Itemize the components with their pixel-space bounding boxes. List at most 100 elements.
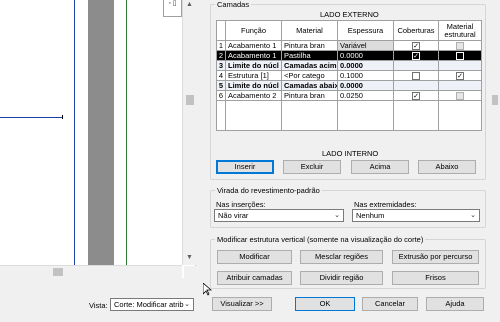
insert-button[interactable]: Inserir (216, 160, 274, 174)
row-number[interactable]: 2 (216, 50, 226, 62)
thickness-cell[interactable]: 0.1000 (337, 70, 394, 82)
wraps-checkbox[interactable]: ✓ (412, 92, 420, 100)
chevron-down-icon: ⌄ (470, 212, 476, 219)
thickness-cell[interactable]: 0.0000 (337, 50, 394, 62)
scroll-thumb[interactable] (53, 268, 63, 276)
wraps-cell[interactable]: ✓ (393, 39, 439, 52)
section-line-horizontal (0, 117, 62, 118)
delete-button[interactable]: Excluir (283, 160, 341, 174)
interior-side-label: LADO INTERNO (322, 149, 379, 158)
wraps-cell[interactable] (393, 70, 439, 82)
sweeps-button[interactable]: Extrusão por percurso (392, 250, 479, 264)
preview-toggle-button[interactable]: Visualizar >> (212, 297, 272, 311)
function-cell[interactable]: Acabamento 1 (225, 50, 282, 62)
scroll-thumb[interactable] (186, 95, 194, 105)
inserts-label: Nas inserções: (216, 200, 266, 209)
chevron-down-icon: ⌄ (184, 301, 190, 308)
table-row[interactable]: 1 Acabamento 1 Pintura bran Variável ✓ (216, 39, 482, 52)
scroll-thumb[interactable] (492, 95, 498, 105)
function-cell: Limite do núcl (225, 60, 282, 72)
material-cell[interactable]: Pastilha (281, 50, 338, 62)
ends-label: Nas extremidades: (354, 200, 417, 209)
structural-cell (438, 39, 482, 52)
row-number[interactable]: 1 (216, 39, 226, 52)
structural-cell[interactable]: ✓ (438, 70, 482, 82)
move-down-button[interactable]: Abaixo (418, 160, 476, 174)
structural-checkbox (456, 92, 464, 100)
table-row[interactable]: 6 Acabamento 2 Pintura bran 0.0250 ✓ (216, 90, 482, 102)
scroll-corner (184, 266, 196, 278)
function-cell[interactable]: Estrutura [1] (225, 70, 282, 82)
wraps-cell (393, 60, 439, 72)
function-cell[interactable]: Acabamento 2 (225, 90, 282, 102)
wraps-cell[interactable]: ✓ (393, 50, 439, 62)
material-cell[interactable]: Pintura bran (281, 39, 338, 52)
chevron-down-icon: ⌄ (334, 212, 340, 219)
table-row-selected[interactable]: 2 Acabamento 1 Pastilha 0.0000 ✓ (216, 50, 482, 62)
dialog-scrollbar[interactable] (490, 0, 500, 290)
help-button[interactable]: Ajuda (426, 297, 484, 311)
wall-section-graphic (88, 0, 114, 265)
preview-vertical-scrollbar[interactable]: ▲ ▼ (182, 0, 196, 265)
row-number[interactable]: 5 (216, 80, 226, 92)
thickness-cell[interactable]: 0.0250 (337, 90, 394, 102)
table-row[interactable]: 4 Estrutura [1] <Por catego 0.1000 ✓ (216, 70, 482, 82)
thickness-cell[interactable]: Variável (337, 39, 394, 52)
column-header-material[interactable]: Material (281, 20, 338, 41)
wraps-checkbox[interactable]: ✓ (412, 52, 420, 60)
wrap-group-title: Virada do revestimento-padrão (215, 186, 322, 195)
ok-button[interactable]: OK (295, 297, 355, 311)
empty-cell (337, 100, 394, 132)
material-cell: Camadas acim (281, 60, 338, 72)
section-tick (62, 115, 63, 119)
table-row-core-boundary[interactable]: 5 Limite do núcl Camadas abaix 0.0000 (216, 80, 482, 92)
inserts-dropdown[interactable]: Não virar ⌄ (214, 209, 344, 222)
section-line-right (126, 0, 127, 265)
structural-checkbox[interactable]: ✓ (456, 72, 464, 80)
function-cell[interactable]: Acabamento 1 (225, 39, 282, 52)
function-cell: Limite do núcl (225, 80, 282, 92)
column-header-function[interactable]: Função (225, 20, 282, 41)
scroll-up-icon[interactable]: ▲ (186, 1, 193, 8)
table-row-core-boundary[interactable]: 3 Limite do núcl Camadas acim 0.0000 (216, 60, 482, 72)
reveals-button[interactable]: Frisos (392, 271, 479, 285)
structural-checkbox (456, 42, 464, 50)
mouse-cursor-icon (203, 283, 212, 296)
zoom-control[interactable]: ◦ ▯ (163, 0, 182, 17)
exterior-side-label: LADO EXTERNO (320, 10, 379, 19)
preview-horizontal-scrollbar[interactable] (0, 265, 182, 278)
assign-layers-button[interactable]: Atribuir camadas (217, 271, 292, 285)
structural-cell (438, 60, 482, 72)
column-header-thickness[interactable]: Espessura (337, 20, 394, 41)
move-up-button[interactable]: Acima (351, 160, 409, 174)
row-number[interactable]: 6 (216, 90, 226, 102)
layers-table: Função Material Espessura Coberturas Mat… (216, 20, 482, 132)
empty-cell (281, 100, 338, 132)
view-dropdown[interactable]: Corte: Modificar atrib ⌄ (110, 298, 194, 311)
row-number[interactable]: 4 (216, 70, 226, 82)
column-header-structural[interactable]: Material estrutural (438, 20, 482, 41)
split-region-button[interactable]: Dividir região (300, 271, 383, 285)
preview-pane[interactable] (0, 0, 196, 278)
wraps-cell[interactable]: ✓ (393, 90, 439, 102)
section-line-left (74, 0, 75, 265)
ends-value: Nenhum (356, 211, 385, 220)
wraps-checkbox[interactable]: ✓ (412, 42, 420, 50)
ends-dropdown[interactable]: Nenhum ⌄ (352, 209, 480, 222)
layers-group-title: Camadas (215, 0, 252, 9)
structural-cell (438, 90, 482, 102)
column-header-index (216, 20, 226, 41)
wraps-checkbox[interactable] (412, 72, 420, 80)
material-cell[interactable]: <Por catego (281, 70, 338, 82)
column-header-wraps[interactable]: Coberturas (393, 20, 439, 41)
merge-regions-button[interactable]: Mesclar regiões (300, 250, 383, 264)
cancel-button[interactable]: Cancelar (362, 297, 418, 311)
scroll-down-icon[interactable]: ▼ (186, 254, 193, 261)
wraps-cell (393, 80, 439, 92)
modify-button[interactable]: Modificar (217, 250, 292, 264)
empty-cell (225, 100, 282, 132)
material-cell[interactable]: Pintura bran (281, 90, 338, 102)
empty-cell (216, 100, 226, 132)
row-number[interactable]: 3 (216, 60, 226, 72)
vertical-structure-group-title: Modificar estrutura vertical (somente na… (215, 235, 426, 244)
